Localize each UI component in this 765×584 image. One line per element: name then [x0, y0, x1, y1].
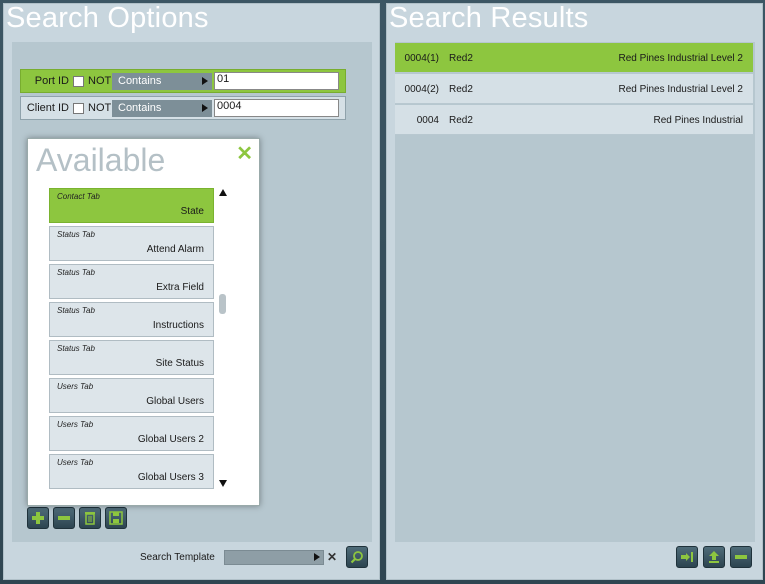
search-results-panel: Search Results 0004(1) Red2 Red Pines In… [386, 2, 763, 580]
item-name: Global Users [146, 396, 204, 407]
upload-button[interactable] [703, 546, 725, 568]
scroll-up-icon[interactable] [219, 189, 227, 196]
search-results-title: Search Results [389, 2, 589, 34]
item-tab: Status Tab [57, 268, 95, 277]
item-tab: Status Tab [57, 344, 95, 353]
minus-icon [58, 516, 70, 520]
item-tab: Status Tab [57, 230, 95, 239]
plus-icon [32, 512, 44, 524]
available-item[interactable]: Users Tab Global Users 2 [49, 416, 214, 451]
criteria-row-client-id[interactable]: Client ID NOT Contains 0004 [20, 96, 346, 120]
upload-icon [709, 551, 719, 563]
item-name: Global Users 2 [137, 434, 204, 445]
available-fields-popup: Available ✕ Contact Tab State Status Tab… [27, 138, 260, 506]
item-name: Extra Field [156, 282, 204, 293]
available-item[interactable]: Users Tab Global Users 3 [49, 454, 214, 489]
add-button[interactable] [27, 507, 49, 529]
item-tab: Users Tab [57, 382, 94, 391]
result-id: 0004(1) [404, 53, 439, 64]
result-code: Red2 [449, 84, 473, 95]
result-name: Red Pines Industrial Level 2 [618, 53, 743, 64]
dropdown-arrow-icon [202, 103, 208, 112]
result-row[interactable]: 0004 Red2 Red Pines Industrial [395, 105, 753, 135]
not-label: NOT [88, 75, 112, 87]
trash-icon [85, 512, 95, 525]
export-icon [681, 552, 693, 562]
search-options-title: Search Options [6, 2, 209, 34]
item-tab: Status Tab [57, 306, 95, 315]
operator-value: Contains [118, 102, 162, 114]
criteria-label: Port ID [34, 75, 69, 87]
operator-select[interactable]: Contains [112, 72, 212, 90]
item-name: Instructions [152, 320, 204, 331]
item-tab: Users Tab [57, 420, 94, 429]
result-row[interactable]: 0004(2) Red2 Red Pines Industrial Level … [395, 74, 753, 104]
available-title: Available [36, 142, 166, 178]
dropdown-arrow-icon [202, 76, 208, 85]
clear-template-icon[interactable]: ✕ [327, 550, 337, 564]
result-name: Red Pines Industrial [653, 115, 744, 126]
scrollbar-thumb[interactable] [219, 294, 226, 314]
result-code: Red2 [449, 53, 473, 64]
search-template-select[interactable] [224, 550, 324, 565]
item-tab: Users Tab [57, 458, 94, 467]
available-item[interactable]: Users Tab Global Users [49, 378, 214, 413]
criteria-value-input[interactable]: 0004 [214, 99, 339, 117]
scroll-down-icon[interactable] [219, 480, 227, 487]
close-icon[interactable]: ✕ [236, 141, 253, 166]
result-code: Red2 [449, 115, 473, 126]
remove-button[interactable] [53, 507, 75, 529]
available-item[interactable]: Status Tab Attend Alarm [49, 226, 214, 261]
available-item[interactable]: Status Tab Site Status [49, 340, 214, 375]
item-tab: Contact Tab [57, 192, 100, 201]
criteria-row-port-id[interactable]: Port ID NOT Contains 01 [20, 69, 346, 93]
available-item[interactable]: Status Tab Extra Field [49, 264, 214, 299]
item-name: State [180, 206, 204, 217]
item-name: Site Status [155, 358, 204, 369]
not-checkbox[interactable] [73, 102, 84, 114]
search-template-label: Search Template [140, 552, 215, 563]
result-name: Red Pines Industrial Level 2 [618, 84, 743, 95]
not-checkbox[interactable] [73, 75, 84, 87]
result-id: 0004 [416, 115, 439, 126]
operator-value: Contains [118, 75, 162, 87]
export-button[interactable] [676, 546, 698, 568]
save-icon [109, 511, 123, 525]
available-item[interactable]: Contact Tab State [49, 188, 214, 223]
delete-button[interactable] [79, 507, 101, 529]
remove-icon [735, 555, 747, 559]
dropdown-arrow-icon [314, 553, 320, 561]
operator-select[interactable]: Contains [112, 99, 212, 117]
result-id: 0004(2) [404, 84, 439, 95]
remove-result-button[interactable] [730, 546, 752, 568]
not-label: NOT [88, 102, 112, 114]
criteria-label: Client ID [26, 102, 69, 114]
item-name: Global Users 3 [137, 472, 204, 483]
save-button[interactable] [105, 507, 127, 529]
search-options-panel: Search Options Port ID NOT Contains 01 C… [3, 2, 380, 580]
result-row[interactable]: 0004(1) Red2 Red Pines Industrial Level … [395, 43, 753, 73]
results-list: 0004(1) Red2 Red Pines Industrial Level … [395, 42, 755, 542]
available-item[interactable]: Status Tab Instructions [49, 302, 214, 337]
search-icon [350, 551, 363, 564]
criteria-value-input[interactable]: 01 [214, 72, 339, 90]
search-button[interactable] [346, 546, 368, 568]
item-name: Attend Alarm [146, 244, 204, 255]
